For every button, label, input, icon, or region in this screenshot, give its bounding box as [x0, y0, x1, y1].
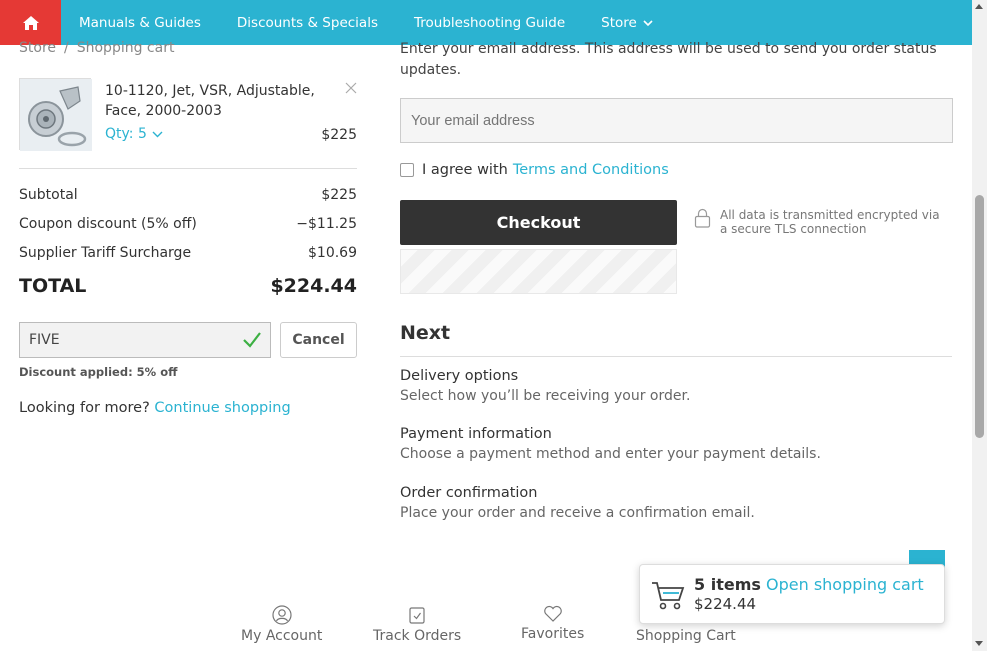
terms-checkbox[interactable] [400, 163, 414, 177]
nav-item-manuals[interactable]: Manuals & Guides [79, 15, 201, 31]
step-title: Payment information [400, 426, 552, 442]
tariff-row: Supplier Tariff Surcharge $10.69 [19, 245, 357, 261]
quantity-label: Qty: 5 [105, 126, 147, 142]
step-delivery: Delivery options Select how you’ll be re… [400, 366, 960, 406]
bottom-nav-favorites[interactable]: Favorites [521, 605, 584, 642]
divider [400, 356, 952, 357]
breadcrumb-current: Shopping cart [76, 40, 175, 56]
checkout-button[interactable]: Checkout [400, 200, 677, 245]
cart-item-count: 5 items [694, 575, 761, 594]
product-name[interactable]: 10-1120, Jet, VSR, Adjustable, Face, 200… [105, 81, 315, 121]
step-desc: Place your order and receive a confirmat… [400, 505, 755, 521]
product-price: $225 [321, 127, 357, 143]
agree-text: I agree with [422, 162, 508, 178]
scrollbar[interactable] [972, 0, 987, 651]
secure-text: All data is transmitted encrypted via a … [720, 208, 940, 236]
tariff-label: Supplier Tariff Surcharge [19, 245, 192, 261]
discount-note: Discount applied: 5% off [19, 365, 178, 379]
step-desc: Choose a payment method and enter your p… [400, 446, 821, 462]
chevron-down-icon [643, 19, 653, 26]
clipboard-check-icon [409, 607, 425, 624]
step-confirmation: Order confirmation Place your order and … [400, 483, 960, 523]
total-label: TOTAL [19, 275, 87, 297]
step-title: Delivery options [400, 368, 519, 384]
bottom-nav-label: Track Orders [373, 628, 462, 644]
bottom-nav-label: My Account [241, 628, 323, 644]
cancel-button[interactable]: Cancel [280, 322, 357, 358]
lock-icon [694, 208, 711, 228]
step-payment: Payment information Choose a payment met… [400, 424, 960, 464]
email-field[interactable] [400, 98, 953, 143]
total-row: TOTAL $224.44 [19, 275, 357, 297]
check-icon [243, 332, 261, 348]
nav-item-store[interactable]: Store [601, 15, 654, 31]
secure-notice: All data is transmitted encrypted via a … [694, 208, 940, 236]
subtotal-label: Subtotal [19, 187, 78, 203]
coupon-input[interactable]: FIVE [19, 322, 271, 358]
nav-item-discounts[interactable]: Discounts & Specials [237, 15, 378, 31]
continue-shopping-link[interactable]: Continue shopping [154, 400, 290, 416]
divider [19, 168, 357, 169]
more-text: Looking for more? [19, 400, 150, 416]
payment-placeholder [400, 249, 677, 294]
step-title: Order confirmation [400, 485, 538, 501]
scroll-down-arrow-icon[interactable] [975, 641, 983, 646]
coupon-discount-row: Coupon discount (5% off) −$11.25 [19, 216, 357, 232]
continue-shopping-line: Looking for more? Continue shopping [19, 400, 291, 416]
breadcrumb-store[interactable]: Store [19, 40, 56, 56]
next-title: Next [400, 322, 451, 344]
terms-link[interactable]: Terms and Conditions [513, 162, 669, 178]
scroll-thumb[interactable] [975, 195, 984, 438]
close-icon[interactable] [345, 82, 357, 94]
home-button[interactable] [0, 0, 61, 45]
open-cart-link[interactable]: Open shopping cart [766, 575, 924, 594]
chevron-down-icon [152, 131, 163, 137]
product-image[interactable] [19, 78, 92, 151]
scroll-up-arrow-icon[interactable] [975, 4, 983, 9]
terms-agreement: I agree with Terms and Conditions [400, 162, 669, 178]
bottom-nav-track-orders[interactable]: Track Orders [373, 605, 461, 644]
cart-item: 10-1120, Jet, VSR, Adjustable, Face, 200… [19, 78, 357, 151]
email-description: Enter your email address. This address w… [400, 41, 937, 78]
subtotal-row: Subtotal $225 [19, 187, 357, 203]
bottom-nav-my-account[interactable]: My Account [241, 605, 322, 644]
user-icon [272, 605, 292, 625]
coupon-discount-label: Coupon discount (5% off) [19, 216, 197, 232]
breadcrumb-separator: / [64, 40, 69, 56]
heart-icon [543, 605, 562, 622]
step-desc: Select how you’ll be receiving your orde… [400, 388, 691, 404]
coupon-code: FIVE [29, 332, 60, 348]
nav-item-troubleshooting[interactable]: Troubleshooting Guide [414, 15, 565, 31]
quantity-dropdown[interactable]: Qty: 5 [105, 126, 163, 142]
total-value: $224.44 [270, 275, 357, 297]
product-photo [20, 79, 92, 151]
cart-total: $224.44 [694, 595, 757, 613]
cart-popup: 5 items Open shopping cart $224.44 [639, 564, 945, 624]
nav-item-store-label: Store [601, 14, 637, 31]
bottom-nav-label: Shopping Cart [636, 628, 736, 644]
tariff-value: $10.69 [308, 245, 357, 261]
subtotal-value: $225 [321, 187, 357, 203]
home-icon [22, 15, 39, 30]
shopping-cart-icon [652, 582, 685, 610]
breadcrumb: Store / Shopping cart [19, 40, 174, 56]
bottom-nav-label: Favorites [521, 626, 585, 642]
coupon-discount-value: −$11.25 [296, 216, 357, 232]
